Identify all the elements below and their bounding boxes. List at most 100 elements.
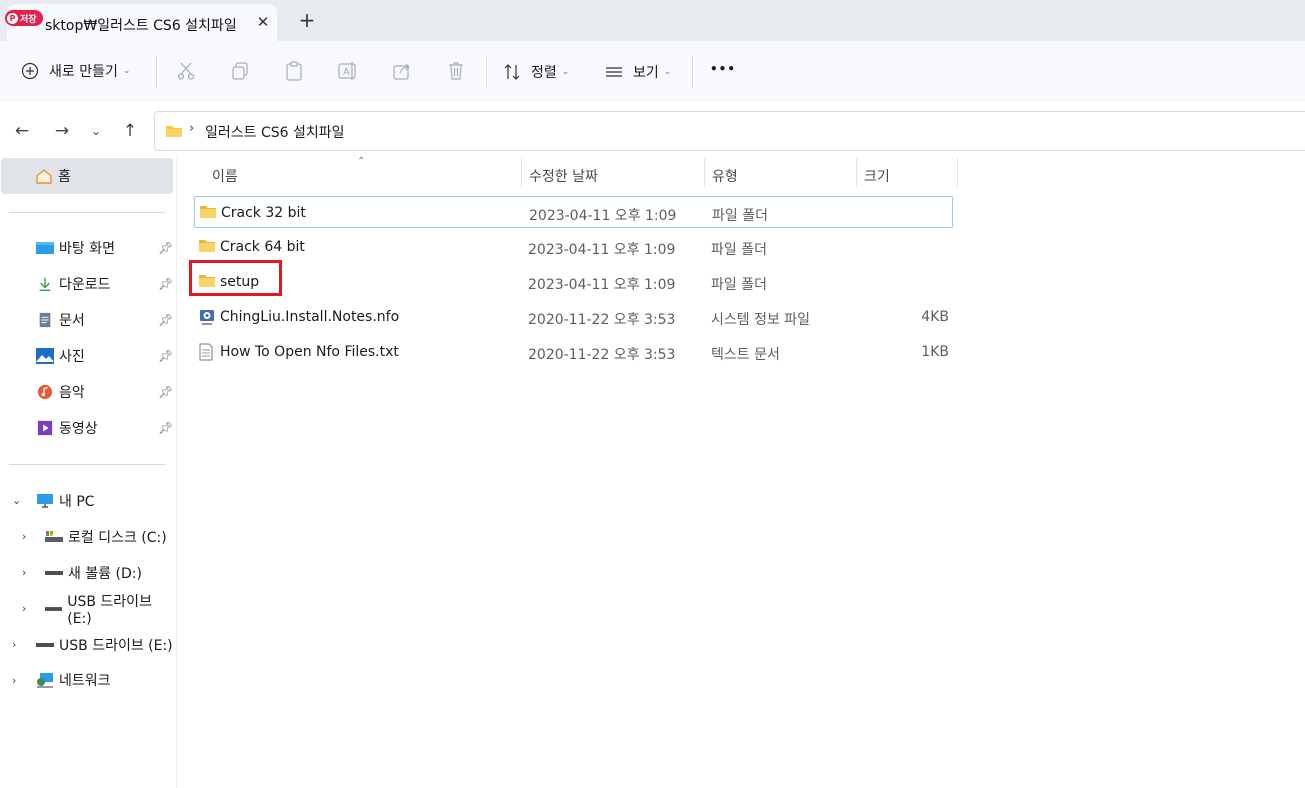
text-file-icon [199, 343, 213, 361]
file-size: 1KB [921, 344, 949, 360]
pin-icon[interactable]: 📌︎ [158, 421, 173, 435]
file-row[interactable]: How To Open Nfo Files.txt 2020-11-22 오후 … [194, 336, 953, 368]
column-divider[interactable] [704, 158, 705, 188]
drive-icon [45, 571, 63, 575]
chevron-right-icon[interactable]: › [12, 674, 16, 687]
pinterest-icon: P [7, 12, 18, 24]
title-bar: P 저장 sktop₩일러스트 CS6 설치파일 ✕ + [0, 0, 1305, 41]
file-date: 2023-04-11 오후 1:09 [528, 242, 676, 258]
pin-icon[interactable]: 📌︎ [158, 313, 173, 327]
forward-arrow-icon[interactable]: → [51, 120, 73, 142]
nav-item-this-pc[interactable]: 내 PC [36, 490, 95, 512]
column-header-date[interactable]: 수정한 날짜 [529, 166, 598, 186]
copy-icon[interactable] [230, 61, 250, 81]
new-button[interactable]: 새로 만들기 ⌄ [21, 61, 130, 81]
chevron-right-icon[interactable]: › [12, 638, 16, 651]
address-bar[interactable]: › 일러스트 CS6 설치파일 [154, 111, 1305, 151]
nav-item-label: 문서 [59, 313, 85, 329]
recent-locations-chevron-icon[interactable]: ⌄ [85, 120, 107, 142]
chevron-right-icon[interactable]: › [22, 602, 26, 615]
file-row[interactable]: Crack 32 bit 2023-04-11 오후 1:09 파일 폴더 [194, 196, 953, 228]
nav-item-label: 사진 [59, 349, 85, 365]
nav-item-music[interactable]: 음악 [36, 381, 85, 403]
up-arrow-icon[interactable]: ↑ [119, 120, 141, 142]
usb-drive-icon [36, 643, 54, 647]
download-icon [39, 277, 51, 291]
nav-item-documents[interactable]: 문서 [36, 309, 85, 331]
system-info-file-icon [200, 310, 214, 325]
paste-icon[interactable] [284, 60, 304, 82]
nav-item-downloads[interactable]: 다운로드 [36, 273, 111, 295]
pin-icon[interactable]: 📌︎ [158, 385, 173, 399]
nav-item-home[interactable]: 홈 [1, 158, 173, 194]
nav-item-videos[interactable]: 동영상 [36, 417, 98, 439]
column-divider[interactable] [957, 158, 958, 188]
save-badge[interactable]: P 저장 [5, 10, 43, 26]
file-date: 2020-11-22 오후 3:53 [528, 347, 676, 363]
save-badge-label: 저장 [20, 14, 37, 25]
nav-item-desktop[interactable]: 바탕 화면 [36, 237, 115, 259]
file-name: ChingLiu.Install.Notes.nfo [220, 309, 400, 325]
chevron-right-icon[interactable]: › [22, 530, 26, 543]
home-icon [36, 169, 52, 184]
view-button[interactable]: 보기 ⌄ [604, 62, 671, 82]
column-header-name[interactable]: 이름 [212, 166, 238, 186]
cut-icon[interactable] [176, 61, 196, 81]
rename-icon[interactable]: A [337, 61, 359, 81]
folder-icon [200, 206, 216, 218]
close-tab-icon[interactable]: ✕ [253, 12, 273, 32]
file-type: 파일 폴더 [711, 277, 767, 293]
nav-divider [9, 212, 165, 213]
nav-item-usb-drive[interactable]: USB 드라이브 (E:) [36, 634, 173, 656]
back-arrow-icon[interactable]: ← [11, 120, 33, 142]
nav-item-label: 새 볼륨 (D:) [68, 566, 142, 582]
nav-item-label: 다운로드 [59, 277, 111, 293]
new-button-label: 새로 만들기 [49, 64, 118, 80]
share-icon[interactable] [392, 61, 412, 81]
command-toolbar: 새로 만들기 ⌄ A 정렬 ⌄ 보기 ⌄ ••• [0, 41, 1305, 103]
file-row[interactable]: ChingLiu.Install.Notes.nfo 2020-11-22 오후… [194, 301, 953, 333]
chevron-right-icon[interactable]: › [22, 566, 26, 579]
nav-item-pictures[interactable]: 사진 [36, 345, 85, 367]
toolbar-divider [486, 55, 487, 89]
document-icon [39, 312, 51, 328]
toolbar-divider [692, 55, 693, 89]
nav-item-drive-e[interactable]: USB 드라이브 (E:) [45, 594, 176, 627]
column-divider[interactable] [856, 158, 857, 188]
video-icon [37, 420, 53, 436]
folder-icon [199, 240, 215, 252]
column-header-type[interactable]: 유형 [712, 166, 738, 186]
file-type: 파일 폴더 [712, 208, 768, 224]
column-header-size[interactable]: 크기 [864, 166, 890, 186]
more-options-icon: ••• [710, 62, 737, 76]
column-divider[interactable] [521, 158, 522, 188]
chevron-down-icon[interactable]: ⌄ [12, 494, 21, 507]
add-circle-icon [21, 62, 39, 80]
file-row[interactable]: setup 2023-04-11 오후 1:09 파일 폴더 [194, 266, 953, 298]
file-row[interactable]: Crack 64 bit 2023-04-11 오후 1:09 파일 폴더 [194, 231, 953, 263]
delete-icon[interactable] [446, 61, 466, 81]
file-date: 2023-04-11 오후 1:09 [529, 208, 677, 224]
file-date: 2020-11-22 오후 3:53 [528, 312, 676, 328]
toolbar-divider [156, 55, 157, 89]
pin-icon[interactable]: 📌︎ [158, 277, 173, 291]
pin-icon[interactable]: 📌︎ [158, 241, 173, 255]
nav-item-drive-d[interactable]: 새 볼륨 (D:) [45, 562, 142, 584]
breadcrumb-current-folder[interactable]: 일러스트 CS6 설치파일 [205, 122, 345, 142]
file-size: 4KB [921, 309, 949, 325]
pin-icon[interactable]: 📌︎ [158, 349, 173, 363]
nav-divider [9, 464, 165, 465]
more-options-button[interactable]: ••• [710, 62, 736, 76]
breadcrumb-separator: › [189, 121, 195, 136]
new-tab-icon[interactable]: + [296, 9, 318, 31]
nav-item-network[interactable]: 네트워크 [36, 669, 111, 691]
sort-ascending-icon: ⌃ [357, 156, 366, 167]
nav-item-label: 네트워크 [59, 673, 111, 689]
nav-item-drive-c[interactable]: 로컬 디스크 (C:) [45, 526, 167, 548]
tab-current-folder[interactable]: sktop₩일러스트 CS6 설치파일 ✕ [7, 4, 277, 41]
view-icon [606, 67, 622, 77]
network-icon [37, 673, 53, 688]
nav-item-label: 바탕 화면 [59, 241, 115, 257]
music-icon [37, 384, 53, 400]
sort-button[interactable]: 정렬 ⌄ [503, 62, 569, 82]
